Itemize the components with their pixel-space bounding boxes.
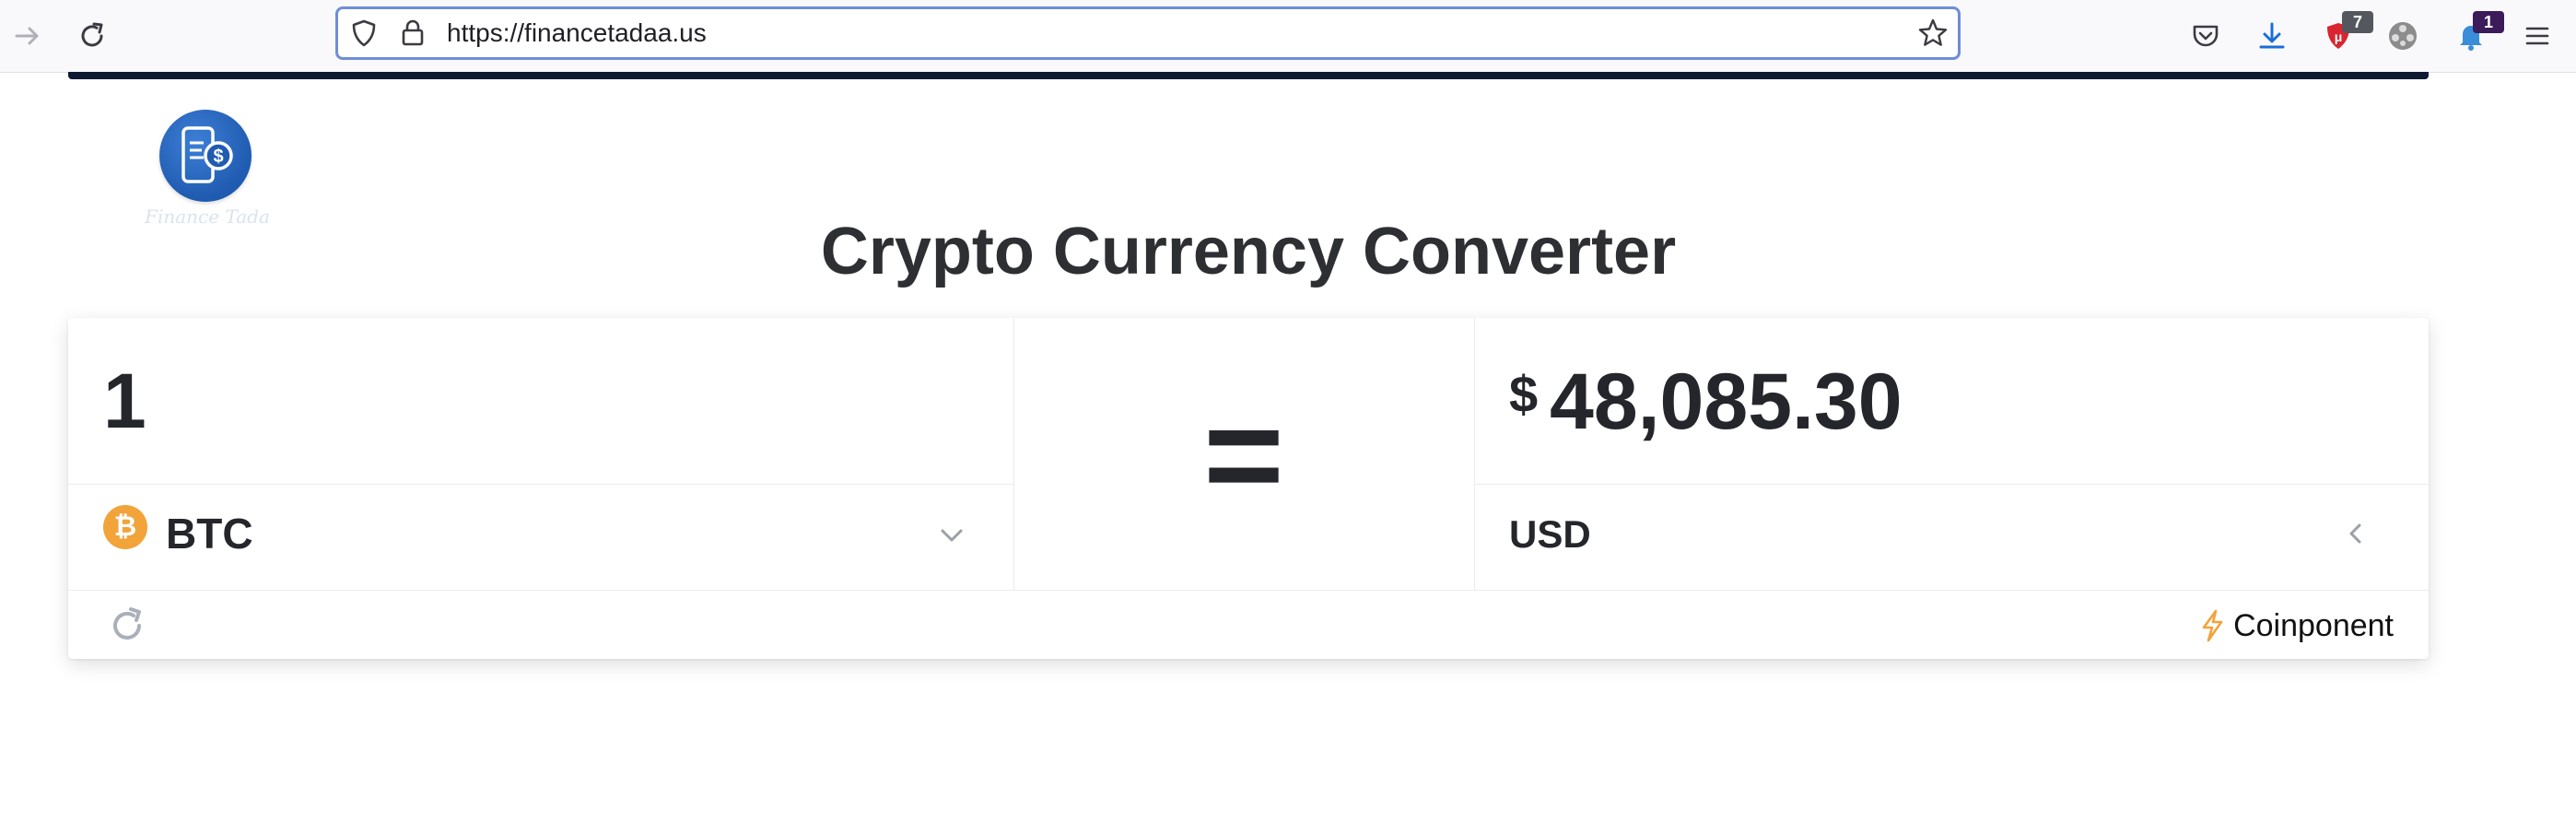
- equals-sign: =: [1203, 376, 1284, 532]
- chevron-left-icon[interactable]: [2342, 520, 2370, 547]
- svg-text:μ: μ: [2335, 29, 2343, 44]
- from-amount-input[interactable]: [103, 357, 932, 445]
- page-title: Crypto Currency Converter: [820, 215, 1677, 288]
- shield-icon[interactable]: [349, 18, 379, 48]
- currency-symbol: $: [1509, 365, 1539, 423]
- from-currency-select[interactable]: ₿ BTC: [68, 485, 1013, 590]
- from-amount-row: [68, 318, 1013, 485]
- to-panel: $ 48,085.30 USD: [1474, 318, 2429, 590]
- notification-extension-button[interactable]: 1: [2451, 11, 2504, 56]
- svg-text:$: $: [213, 147, 223, 167]
- currency-converter-widget: ₿ BTC = $ 48,085.30 USD: [68, 318, 2429, 659]
- ublock-badge: 7: [2342, 11, 2373, 33]
- menu-button[interactable]: [2517, 16, 2558, 56]
- to-amount-row: $ 48,085.30: [1474, 318, 2429, 485]
- from-currency-code: BTC: [166, 510, 253, 558]
- address-bar[interactable]: https://financetadaa.us: [335, 6, 1961, 60]
- brand-label: Coinponent: [2233, 607, 2394, 643]
- url-text[interactable]: https://financetadaa.us: [447, 9, 707, 57]
- phone-dollar-icon: $: [181, 126, 233, 183]
- extension-button[interactable]: [2383, 16, 2423, 56]
- to-currency-select[interactable]: USD: [1474, 485, 2429, 590]
- chevron-down-icon[interactable]: [938, 522, 966, 549]
- reload-button[interactable]: [72, 16, 112, 56]
- bitcoin-icon: ₿: [103, 505, 147, 549]
- pocket-icon: [2193, 25, 2219, 47]
- download-icon: [2259, 22, 2285, 49]
- forward-button[interactable]: [7, 16, 48, 56]
- widget-footer: Coinponent: [68, 590, 2429, 660]
- reload-icon: [81, 22, 103, 47]
- hamburger-menu-icon: [2525, 27, 2549, 45]
- arrow-right-icon: [15, 27, 39, 45]
- to-currency-code: USD: [1509, 512, 1591, 556]
- pocket-button[interactable]: [2185, 16, 2226, 56]
- from-panel: ₿ BTC: [68, 318, 1014, 590]
- equals-panel: =: [1013, 318, 1475, 590]
- notification-badge: 1: [2473, 11, 2504, 33]
- browser-toolbar: https://financetadaa.us μ 7 1: [0, 0, 2576, 73]
- film-reel-icon: [2389, 22, 2417, 50]
- lightning-bolt-icon: [2202, 609, 2223, 642]
- converted-amount: 48,085.30: [1550, 358, 1903, 446]
- coinponent-link[interactable]: Coinponent: [2198, 605, 2394, 646]
- downloads-button[interactable]: [2252, 16, 2292, 56]
- refresh-icon[interactable]: [107, 605, 147, 646]
- logo-badge: $: [159, 110, 252, 202]
- ublock-extension-button[interactable]: μ 7: [2318, 11, 2373, 56]
- header-strip: [68, 72, 2429, 79]
- lock-icon[interactable]: [399, 18, 427, 47]
- star-icon[interactable]: [1917, 18, 1949, 49]
